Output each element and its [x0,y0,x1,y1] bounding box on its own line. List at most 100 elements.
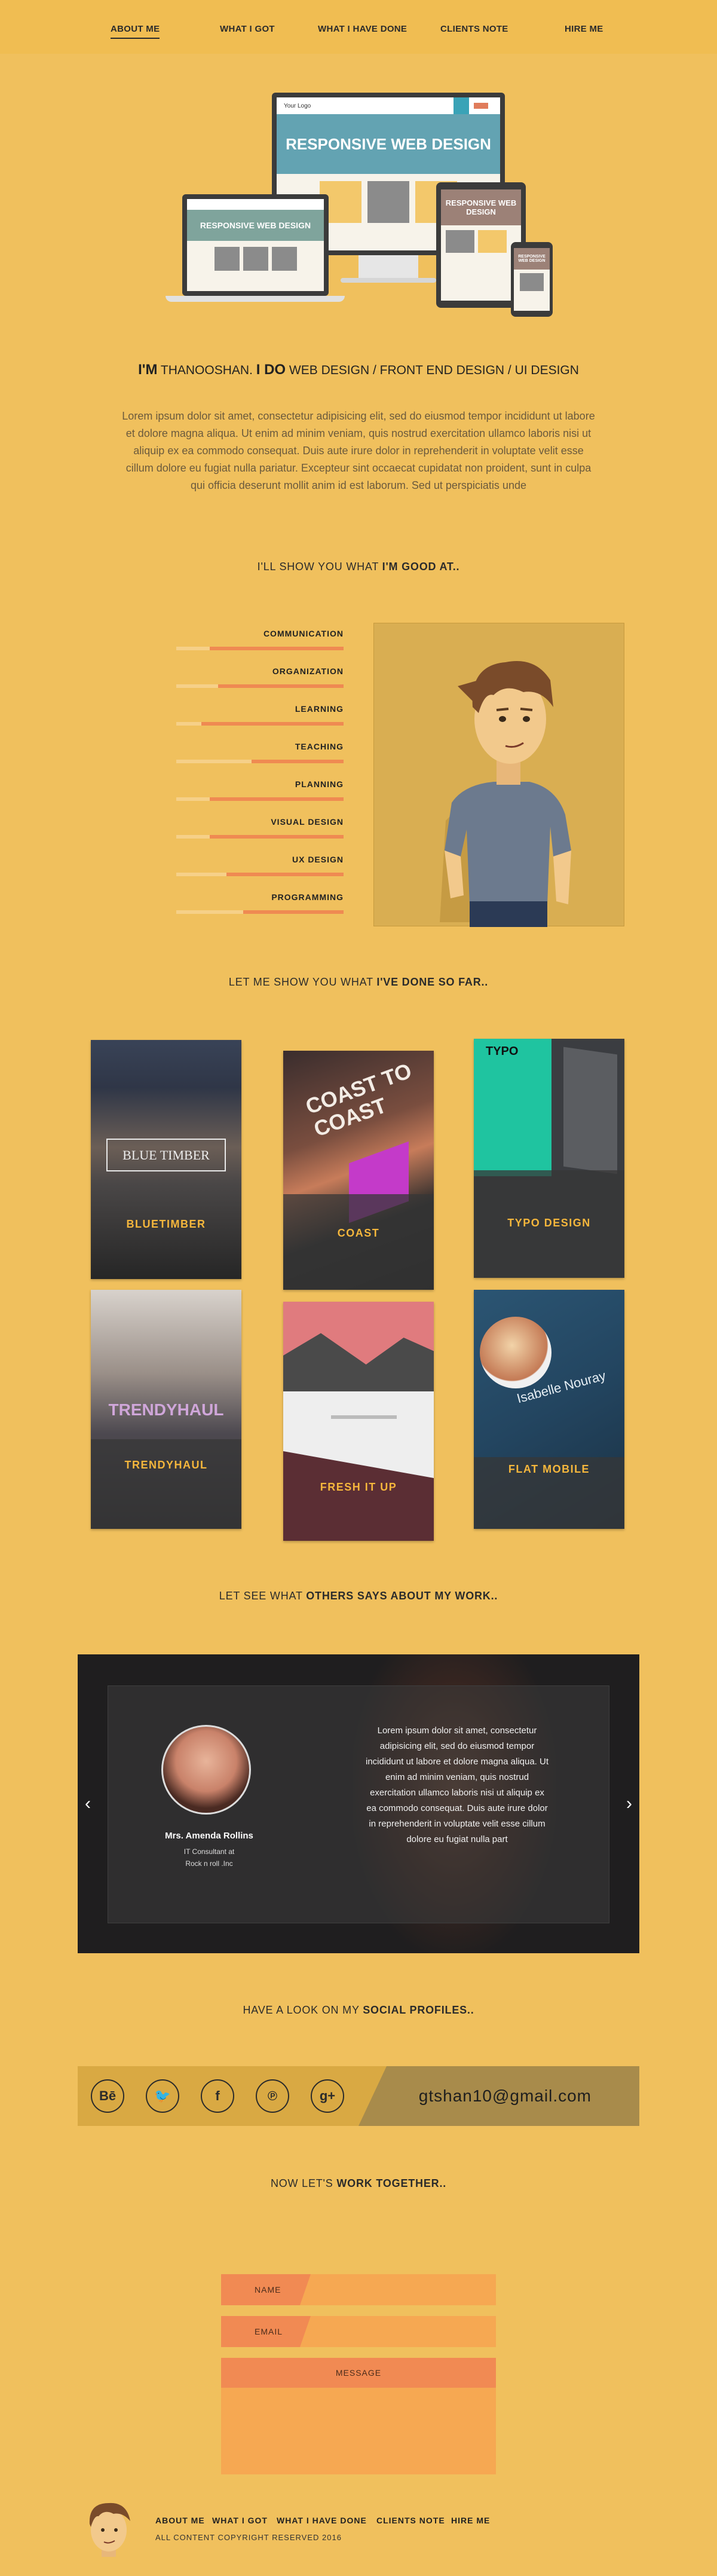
intro-name: THANOOSHAN. [157,363,256,377]
testimonial-quote: Lorem ipsum dolor sit amet, consectetur … [365,1726,549,1844]
coast-shade [283,1194,434,1290]
skill-bar-fill [201,722,344,726]
laptop-heading: RESPONSIVE WEB DESIGN [200,221,311,230]
skill-bar [176,647,344,650]
skill-bar-fill [218,684,344,688]
skill-label: UX DESIGN [292,855,344,864]
portfolio-title-bluetimber: BLUETIMBER [126,1218,206,1230]
skill-bar-fill [243,910,344,914]
nav-item-about-me[interactable]: ABOUT ME [111,24,160,39]
prev-arrow-icon[interactable]: ‹ [85,1795,91,1813]
skill-bar-fill [210,835,344,839]
intro-line: I'M THANOOSHAN. I DO WEB DESIGN / FRONT … [0,362,717,378]
behance-icon[interactable]: Bē [91,2079,124,2113]
testimonial-heading: LET SEE WHAT OTHERS SAYS ABOUT MY WORK.. [0,1590,717,1602]
contact-heading: NOW LET'S WORK TOGETHER.. [0,2177,717,2190]
desktop-logo: Your Logo [284,102,311,109]
name-field-label: NAME [221,2274,311,2305]
trendyhaul-shade [91,1439,241,1529]
pinterest-icon[interactable]: ℗ [256,2079,289,2113]
footer-avatar-icon [84,2497,134,2560]
top-nav: ABOUT ME WHAT I GOT WHAT I HAVE DONE CLI… [0,0,717,54]
portfolio-heading: LET ME SHOW YOU WHAT I'VE DONE SO FAR.. [0,976,717,989]
email-field-label: EMAIL [221,2316,311,2347]
email-field[interactable]: EMAIL [221,2316,496,2347]
avatar-illustration [373,623,624,927]
skill-bar [176,835,344,839]
skill-bar [176,760,344,763]
social-bar: Bē 🐦 f ℗ g+ gtshan10@gmail.com [78,2066,639,2126]
laptop-base [166,296,345,302]
skill-bar [176,722,344,726]
skills-heading-bold: I'M GOOD AT.. [382,561,460,573]
portfolio-heading-bold: I'VE DONE SO FAR.. [376,976,489,988]
name-field[interactable]: NAME [221,2274,496,2305]
next-arrow-icon[interactable]: › [626,1795,632,1813]
footer-link-what-i-got[interactable]: WHAT I GOT [212,2516,268,2525]
skill-label: LEARNING [295,704,344,714]
tablet-heading: RESPONSIVE WEB DESIGN [445,198,517,216]
intro-paragraph: Lorem ipsum dolor sit amet, consectetur … [122,410,595,491]
client-role-line2: Rock n roll .Inc [185,1859,233,1868]
skill-bar-fill [226,873,344,876]
skill-bar-fill [210,797,344,801]
portfolio-title-flat-mobile: FLAT MOBILE [508,1463,590,1475]
footer-link-clients-note[interactable]: CLIENTS NOTE [376,2516,445,2525]
skill-bar [176,797,344,801]
skill-label: COMMUNICATION [263,629,344,638]
skill-bar [176,873,344,876]
portfolio-card-coast[interactable]: COAST TO COAST COAST [283,1051,434,1290]
testimonial-slider: Mrs. Amenda Rollins IT Consultant at Roc… [78,1654,639,1953]
laptop: RESPONSIVE WEB DESIGN [182,194,329,296]
portfolio-card-flat-mobile[interactable]: Isabelle Nouray FLAT MOBILE [474,1290,624,1529]
nav-item-hire-me[interactable]: HIRE ME [565,24,603,34]
client-avatar [161,1725,251,1815]
message-field[interactable]: MESSAGE [221,2358,496,2474]
social-heading-bold: SOCIAL PROFILES.. [363,2004,474,2016]
google-plus-icon[interactable]: g+ [311,2079,344,2113]
phone-heading: RESPONSIVE WEB DESIGN [518,255,546,263]
desktop-heading: RESPONSIVE WEB DESIGN [286,134,491,153]
client-role-line1: IT Consultant at [183,1847,235,1856]
phone: RESPONSIVE WEB DESIGN [511,242,553,317]
nav-item-what-i-got[interactable]: WHAT I GOT [220,24,275,34]
facebook-icon[interactable]: f [201,2079,234,2113]
skill-label: PROGRAMMING [271,892,344,902]
testimonial-heading-bold: OTHERS SAYS ABOUT MY WORK.. [306,1590,498,1602]
twitter-icon[interactable]: 🐦 [146,2079,179,2113]
nav-item-what-i-have-done[interactable]: WHAT I HAVE DONE [318,24,407,34]
skill-bar-fill [252,760,344,763]
typo-green-panel [474,1039,551,1176]
portfolio-card-typo-design[interactable]: TYPO TYPO DESIGN [474,1039,624,1278]
email-link[interactable]: gtshan10@gmail.com [419,2087,592,2106]
portfolio-heading-pre: LET ME SHOW YOU WHAT [228,976,377,988]
skills-heading: I'LL SHOW YOU WHAT I'M GOOD AT.. [0,561,717,573]
cartoon-avatar-icon [440,661,571,927]
footer-link-what-i-have-done[interactable]: WHAT I HAVE DONE [277,2516,367,2525]
portfolio-title-trendyhaul: TRENDYHAUL [124,1459,208,1471]
footer-link-hire-me[interactable]: HIRE ME [451,2516,490,2525]
portfolio-card-trendyhaul[interactable]: TRENDYHAUL TRENDYHAUL [91,1290,241,1529]
skill-label: TEACHING [295,742,344,751]
contact-heading-pre: NOW LET'S [270,2177,337,2189]
client-role: IT Consultant at Rock n roll .Inc [137,1846,281,1870]
skill-label: ORGANIZATION [272,666,344,676]
bluetimber-art-text: BLUE TIMBER [106,1139,226,1171]
desktop-stand [358,255,418,279]
skill-label: VISUAL DESIGN [271,817,344,827]
hero-devices-illustration: Your Logo RESPONSIVE WEB DESIGN RESPONSI… [164,90,553,317]
skill-label: PLANNING [295,779,344,789]
typo-art-text: TYPO [486,1045,519,1058]
nav-item-clients-note[interactable]: CLIENTS NOTE [440,24,508,34]
desktop-base [341,278,436,283]
portfolio-card-fresh-it-up[interactable]: FRESH IT UP [283,1302,434,1541]
skill-bar [176,910,344,914]
social-heading-pre: HAVE A LOOK ON MY [243,2004,363,2016]
portfolio-card-bluetimber[interactable]: BLUE TIMBER BLUETIMBER [91,1040,241,1279]
footer-link-about-me[interactable]: ABOUT ME [155,2516,205,2525]
client-name: Mrs. Amenda Rollins [165,1831,253,1841]
intro-services: WEB DESIGN / FRONT END DESIGN / UI DESIG… [286,363,579,377]
skills-heading-pre: I'LL SHOW YOU WHAT [257,561,382,573]
trendyhaul-art-text: TRENDYHAUL [108,1400,224,1419]
intro-ido: I DO [256,362,286,378]
